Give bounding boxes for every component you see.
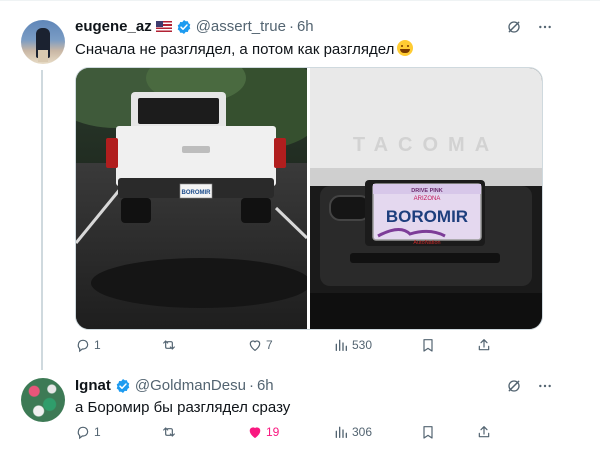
separator-dot: · (288, 18, 294, 35)
top-divider (0, 0, 600, 1)
timestamp[interactable]: 6h (257, 377, 274, 394)
reply-count: 1 (94, 425, 101, 439)
like-button[interactable]: 7 (247, 337, 273, 353)
plate-dealer-text: AutoNation (413, 240, 440, 246)
avatar[interactable] (21, 378, 65, 422)
repost-icon (163, 340, 175, 350)
reply-icon (77, 426, 89, 440)
share-icon (478, 426, 490, 438)
reply-icon (77, 339, 89, 353)
tweet-media[interactable]: BOROMIR TACOMA DRIVE PINK ARIZONA BOROMI… (75, 67, 543, 330)
views-icon (335, 426, 347, 438)
like-count: 19 (266, 425, 280, 439)
like-count: 7 (266, 338, 273, 352)
tweet-header: eugene_az @assert_true · 6h (75, 18, 314, 35)
like-icon (249, 427, 261, 438)
reply-button[interactable]: 1 (75, 424, 101, 440)
plate-text: BOROMIR (182, 190, 212, 196)
bookmark-button[interactable] (420, 424, 436, 440)
more-icon[interactable] (536, 19, 554, 35)
user-handle[interactable]: @assert_true (196, 18, 286, 35)
separator-dot: · (248, 377, 254, 394)
tweet-actions-bar: 1 7 530 (75, 337, 495, 357)
repost-button[interactable] (161, 337, 180, 353)
tweet-top-actions (506, 19, 554, 35)
share-button[interactable] (476, 337, 492, 353)
like-button[interactable]: 19 (247, 424, 279, 440)
display-name[interactable]: eugene_az (75, 18, 152, 35)
share-icon (478, 339, 490, 351)
tweet-text: Сначала не разглядел, а потом как разгля… (75, 40, 414, 58)
repost-icon (163, 427, 175, 437)
reply-count: 1 (94, 338, 101, 352)
timestamp[interactable]: 6h (297, 18, 314, 35)
avatar-legs (38, 50, 48, 62)
photo-license-plate[interactable]: TACOMA DRIVE PINK ARIZONA BOROMIR AutoNa… (310, 68, 542, 329)
photo-truck-rear[interactable]: BOROMIR (76, 68, 307, 329)
repost-button[interactable] (161, 424, 180, 440)
like-icon (249, 340, 261, 351)
plate-state-text: ARIZONA (414, 196, 441, 202)
thread-connector-line (41, 70, 43, 370)
views-button[interactable]: 530 (333, 337, 372, 353)
reply-button[interactable]: 1 (75, 337, 101, 353)
tweet-header: Ignat @GoldmanDesu · 6h (75, 377, 274, 394)
tweet-top-actions (506, 378, 554, 394)
bookmark-icon (423, 339, 433, 352)
views-count: 306 (352, 425, 373, 439)
bookmark-button[interactable] (420, 337, 436, 353)
us-flag-icon (155, 21, 172, 32)
user-handle[interactable]: @GoldmanDesu (135, 377, 246, 394)
tweet-actions-bar: 1 19 306 (75, 424, 495, 444)
avatar[interactable] (21, 20, 65, 64)
tweet-text: а Боромир бы разглядел сразу (75, 399, 291, 416)
verified-badge-icon (177, 19, 190, 34)
grok-icon[interactable] (506, 19, 522, 35)
share-button[interactable] (476, 424, 492, 440)
tailgate-lettering: TACOMA (353, 134, 499, 156)
bookmark-icon (423, 426, 433, 439)
views-count: 530 (352, 338, 373, 352)
display-name[interactable]: Ignat (75, 377, 111, 394)
grok-icon[interactable] (506, 378, 522, 394)
views-button[interactable]: 306 (333, 424, 372, 440)
grinning-emoji-icon (397, 40, 414, 56)
verified-badge-icon (116, 378, 130, 393)
views-icon (335, 339, 347, 351)
plate-top-text: DRIVE PINK (411, 188, 443, 194)
tweet-text-content: Сначала не разглядел, а потом как разгля… (75, 41, 395, 58)
plate-main-text: BOROMIR (386, 207, 468, 226)
more-icon[interactable] (536, 378, 554, 394)
